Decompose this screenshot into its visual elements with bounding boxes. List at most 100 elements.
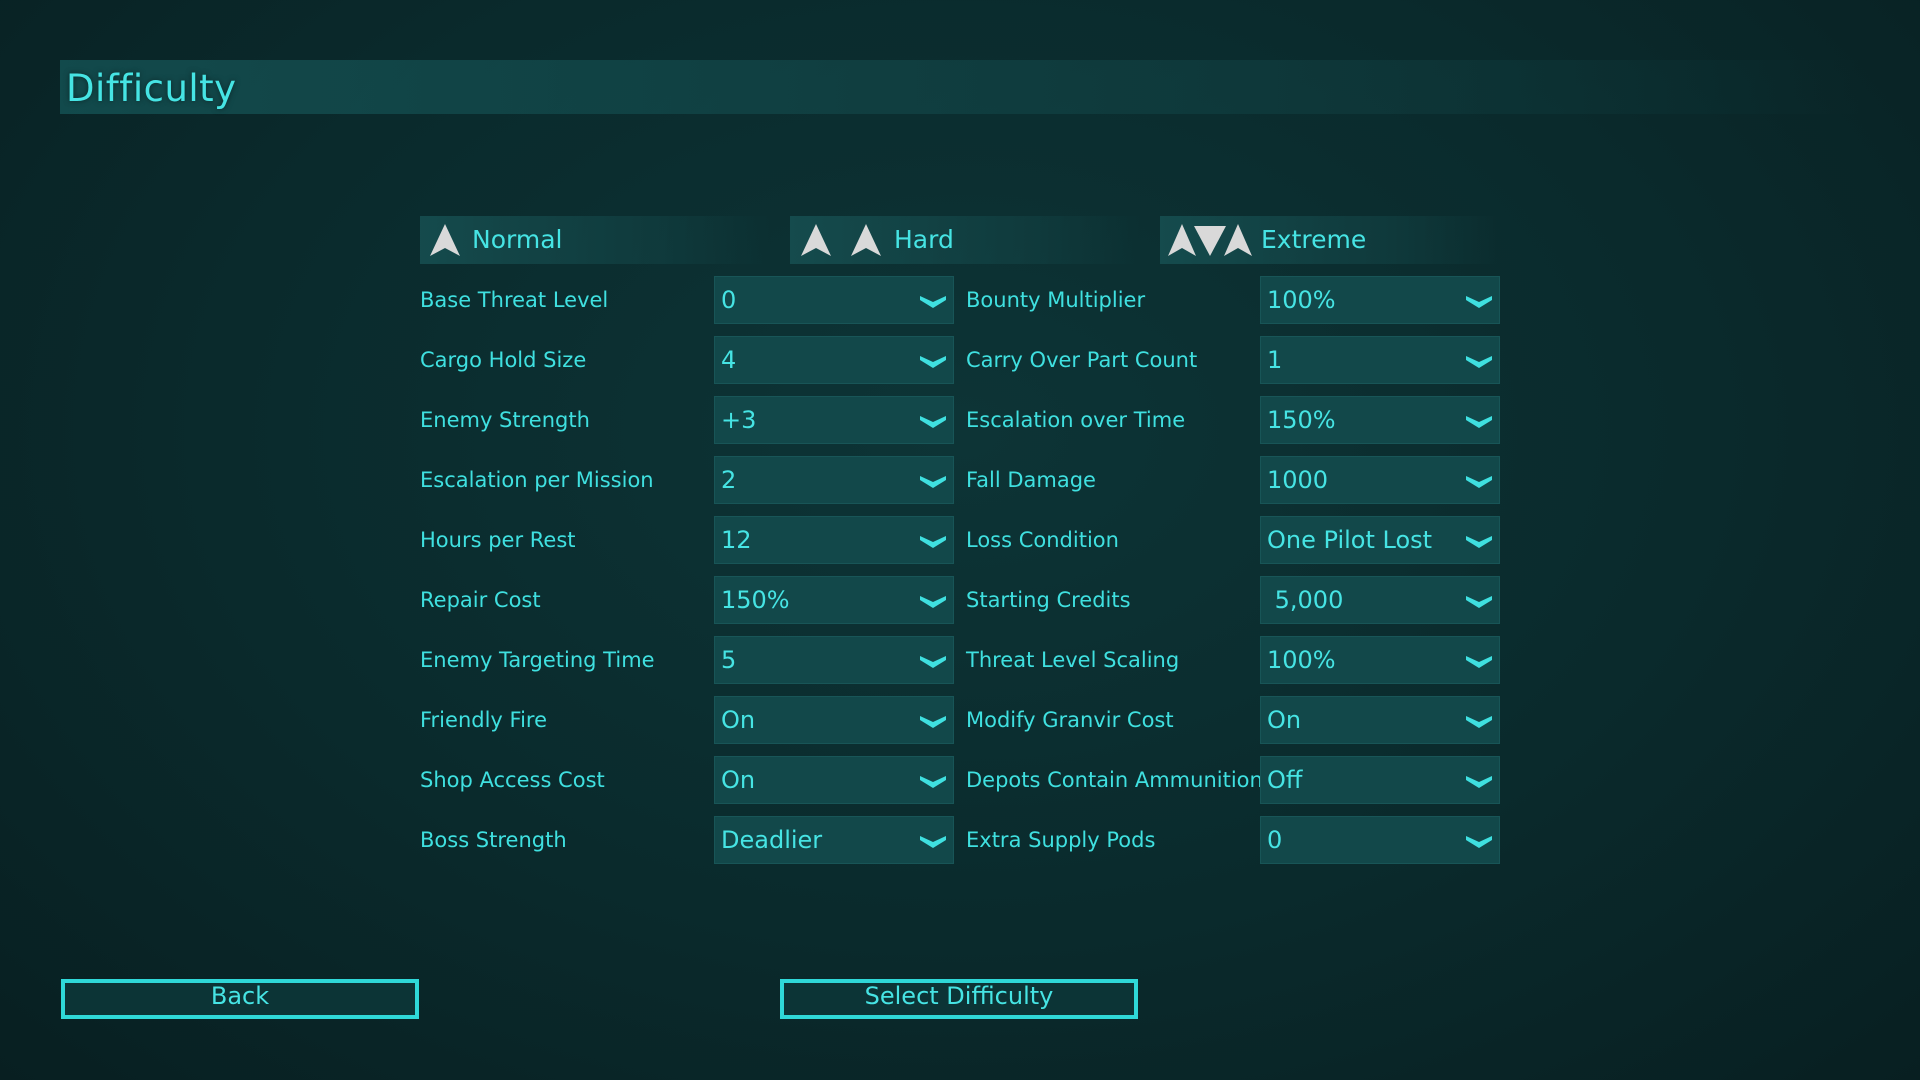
chevron-down-icon xyxy=(920,596,946,608)
hours-per-rest-dropdown[interactable]: 12 xyxy=(714,516,954,564)
tab-extreme-label: Extreme xyxy=(1261,225,1367,254)
depots-contain-ammunition-dropdown[interactable]: Off xyxy=(1260,756,1500,804)
setting-label: Shop Access Cost xyxy=(420,768,605,792)
settings-row: Enemy Targeting Time 5 Threat Level Scal… xyxy=(420,636,1500,684)
tab-hard[interactable]: Hard xyxy=(790,216,1140,264)
dropdown-value: 4 xyxy=(721,346,737,374)
setting-label: Enemy Strength xyxy=(420,408,590,432)
tab-hard-label: Hard xyxy=(894,225,954,254)
title-bar: Difficulty xyxy=(60,60,1860,114)
dropdown-value: On xyxy=(721,706,756,734)
fall-damage-dropdown[interactable]: 1000 xyxy=(1260,456,1500,504)
chevron-down-icon xyxy=(920,476,946,488)
chevron-down-icon xyxy=(1466,476,1492,488)
shop-access-cost-dropdown[interactable]: On xyxy=(714,756,954,804)
modify-granvir-cost-dropdown[interactable]: On xyxy=(1260,696,1500,744)
dropdown-value: Deadlier xyxy=(721,826,823,854)
dropdown-value: 2 xyxy=(721,466,737,494)
settings-row: Enemy Strength +3 Escalation over Time 1… xyxy=(420,396,1500,444)
dropdown-value: 12 xyxy=(721,526,752,554)
dropdown-value: 5,000 xyxy=(1267,586,1344,614)
chevron-down-icon xyxy=(1466,656,1492,668)
setting-label: Extra Supply Pods xyxy=(966,828,1156,852)
chevron-down-icon xyxy=(920,836,946,848)
settings-row: Escalation per Mission 2 Fall Damage 100… xyxy=(420,456,1500,504)
setting-label: Enemy Targeting Time xyxy=(420,648,655,672)
setting-label: Carry Over Part Count xyxy=(966,348,1198,372)
setting-label: Escalation per Mission xyxy=(420,468,654,492)
setting-label: Threat Level Scaling xyxy=(966,648,1180,672)
escalation-per-mission-dropdown[interactable]: 2 xyxy=(714,456,954,504)
escalation-over-time-dropdown[interactable]: 150% xyxy=(1260,396,1500,444)
dropdown-value: 0 xyxy=(1267,826,1283,854)
setting-label: Escalation over Time xyxy=(966,408,1186,432)
difficulty-screen: Difficulty Normal Hard Extreme Base Thre… xyxy=(0,0,1920,1080)
select-difficulty-button[interactable]: Select Difficulty xyxy=(780,979,1138,1019)
friendly-fire-dropdown[interactable]: On xyxy=(714,696,954,744)
bounty-multiplier-dropdown[interactable]: 100% xyxy=(1260,276,1500,324)
chevron-down-icon xyxy=(920,656,946,668)
chevron-down-icon xyxy=(1466,296,1492,308)
boss-strength-dropdown[interactable]: Deadlier xyxy=(714,816,954,864)
repair-cost-dropdown[interactable]: 150% xyxy=(714,576,954,624)
dropdown-value: 100% xyxy=(1267,646,1336,674)
setting-label: Depots Contain Ammunition xyxy=(966,768,1263,792)
back-button[interactable]: Back xyxy=(61,979,419,1019)
base-threat-level-dropdown[interactable]: 0 xyxy=(714,276,954,324)
setting-label: Starting Credits xyxy=(966,588,1131,612)
dropdown-value: 5 xyxy=(721,646,737,674)
chevron-down-icon xyxy=(920,416,946,428)
chevron-down-icon xyxy=(1466,776,1492,788)
settings-row: Boss Strength Deadlier Extra Supply Pods… xyxy=(420,816,1500,864)
triple-chevron-icon xyxy=(1164,222,1256,258)
settings-row: Hours per Rest 12 Loss Condition One Pil… xyxy=(420,516,1500,564)
threat-level-scaling-dropdown[interactable]: 100% xyxy=(1260,636,1500,684)
chevron-down-icon xyxy=(1466,356,1492,368)
tab-extreme[interactable]: Extreme xyxy=(1160,216,1500,264)
cargo-hold-size-dropdown[interactable]: 4 xyxy=(714,336,954,384)
page-title: Difficulty xyxy=(66,67,237,110)
chevron-down-icon xyxy=(920,296,946,308)
dropdown-value: 1000 xyxy=(1267,466,1329,494)
setting-label: Boss Strength xyxy=(420,828,567,852)
tab-normal[interactable]: Normal xyxy=(420,216,770,264)
chevron-down-icon xyxy=(920,356,946,368)
starting-credits-dropdown[interactable]: 5,000 xyxy=(1260,576,1500,624)
settings-row: Base Threat Level 0 Bounty Multiplier 10… xyxy=(420,276,1500,324)
settings-row: Shop Access Cost On Depots Contain Ammun… xyxy=(420,756,1500,804)
setting-label: Loss Condition xyxy=(966,528,1119,552)
chevron-down-icon xyxy=(1466,596,1492,608)
settings-row: Repair Cost 150% Starting Credits 5,000 xyxy=(420,576,1500,624)
dropdown-value: 100% xyxy=(1267,286,1336,314)
loss-condition-dropdown[interactable]: One Pilot Lost xyxy=(1260,516,1500,564)
chevron-down-icon xyxy=(920,536,946,548)
setting-label: Fall Damage xyxy=(966,468,1096,492)
setting-label: Friendly Fire xyxy=(420,708,547,732)
dropdown-value: One Pilot Lost xyxy=(1267,526,1433,554)
extra-supply-pods-dropdown[interactable]: 0 xyxy=(1260,816,1500,864)
dropdown-value: Off xyxy=(1267,766,1303,794)
setting-label: Bounty Multiplier xyxy=(966,288,1146,312)
dropdown-value: On xyxy=(1267,706,1302,734)
dropdown-value: On xyxy=(721,766,756,794)
dropdown-value: 1 xyxy=(1267,346,1283,374)
chevron-down-icon xyxy=(1466,536,1492,548)
tab-normal-label: Normal xyxy=(472,225,563,254)
dropdown-value: 150% xyxy=(1267,406,1336,434)
chevron-down-icon xyxy=(920,716,946,728)
settings-grid: Base Threat Level 0 Bounty Multiplier 10… xyxy=(420,276,1500,866)
single-chevron-up-icon xyxy=(424,222,466,258)
settings-row: Cargo Hold Size 4 Carry Over Part Count … xyxy=(420,336,1500,384)
carry-over-part-count-dropdown[interactable]: 1 xyxy=(1260,336,1500,384)
setting-label: Base Threat Level xyxy=(420,288,609,312)
enemy-strength-dropdown[interactable]: +3 xyxy=(714,396,954,444)
double-chevron-up-icon xyxy=(794,222,894,258)
enemy-targeting-time-dropdown[interactable]: 5 xyxy=(714,636,954,684)
difficulty-tabs: Normal Hard Extreme xyxy=(420,216,1500,264)
setting-label: Modify Granvir Cost xyxy=(966,708,1174,732)
setting-label: Repair Cost xyxy=(420,588,541,612)
setting-label: Hours per Rest xyxy=(420,528,576,552)
chevron-down-icon xyxy=(1466,716,1492,728)
settings-row: Friendly Fire On Modify Granvir Cost On xyxy=(420,696,1500,744)
dropdown-value: 150% xyxy=(721,586,790,614)
